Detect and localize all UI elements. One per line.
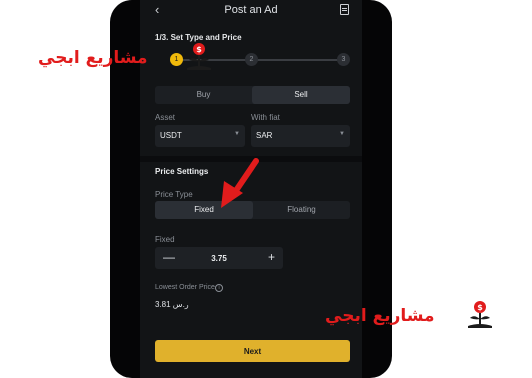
- plant-logo-icon: $: [468, 301, 492, 328]
- watermark-text: مشاريع ابجي: [325, 306, 435, 326]
- dollar-sign: $: [196, 45, 202, 54]
- watermark-top: مشاريع ابجي $: [38, 42, 213, 74]
- plant-logo-icon: $: [187, 43, 211, 70]
- dollar-sign: $: [477, 303, 483, 312]
- watermark-text: مشاريع ابجي: [38, 48, 148, 68]
- watermark-bottom: مشاريع ابجي $: [325, 300, 500, 332]
